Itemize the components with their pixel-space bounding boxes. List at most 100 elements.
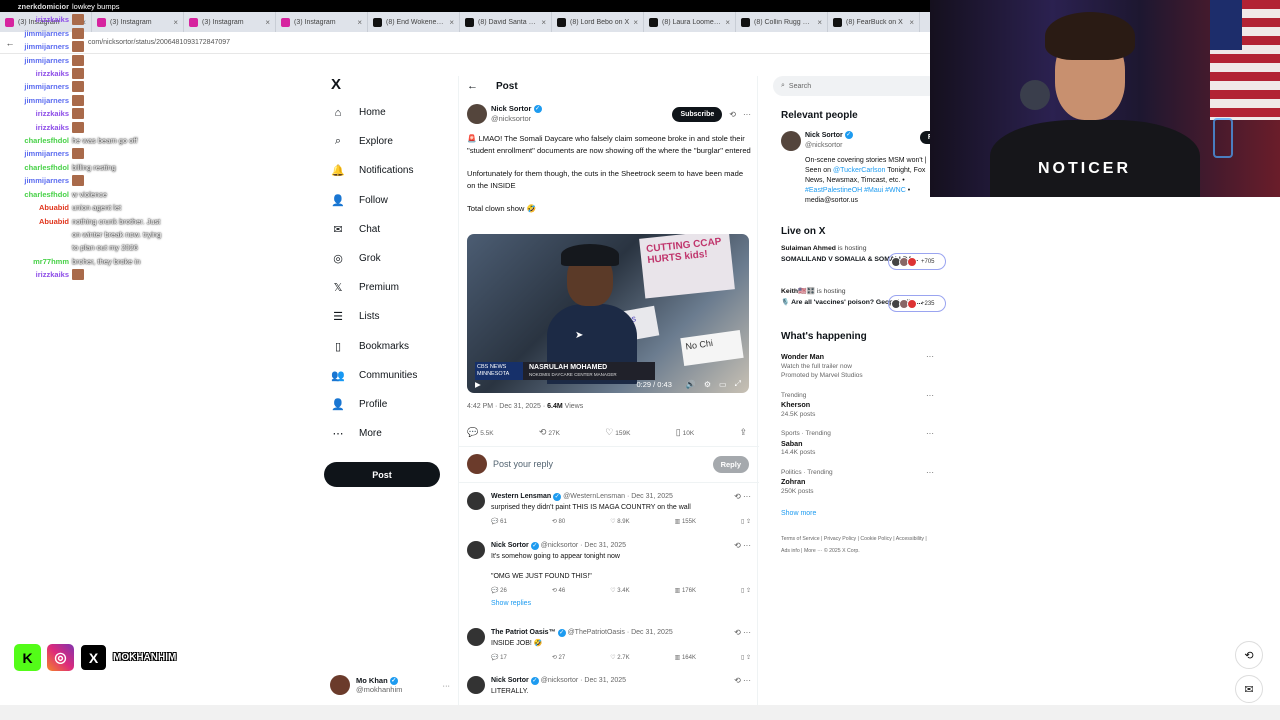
- chat-username[interactable]: Abuabid: [0, 201, 72, 214]
- more-icon[interactable]: ···: [926, 429, 934, 439]
- chat-username[interactable]: jimmijarners: [0, 40, 72, 53]
- bio-link[interactable]: #EastPalestineOH #Maui #WNC: [805, 187, 906, 194]
- more-icon[interactable]: ···: [443, 681, 451, 690]
- repost-action[interactable]: ⟲ 80: [552, 518, 565, 525]
- more-icon[interactable]: ⟲ ···: [734, 676, 751, 686]
- avatar[interactable]: [467, 676, 485, 694]
- live-space[interactable]: Keith🇺🇸🎛️ is hosting 🎙️ Are all 'vaccines…: [781, 287, 946, 321]
- reply-handle[interactable]: @ThePatriotOasis · Dec 31, 2025: [568, 628, 673, 638]
- close-icon[interactable]: ×: [449, 18, 454, 27]
- chat-username[interactable]: irizzkaiks: [0, 67, 72, 80]
- views-action[interactable]: ▥ 155K: [675, 518, 696, 525]
- bookmark-icon[interactable]: ▯ ⇪: [741, 587, 751, 594]
- reply-post[interactable]: Nick Sortor ✓ @nicksortor · Dec 31, 2025 ⟲ …: [467, 541, 751, 607]
- avatar[interactable]: [781, 131, 801, 151]
- trend-item[interactable]: Trending Kherson 24.5K posts ···: [781, 391, 938, 420]
- trend-item[interactable]: Wonder Man Watch the full trailer now Prom…: [781, 352, 938, 381]
- more-icon[interactable]: ⟲ ···: [734, 541, 751, 551]
- browser-tab[interactable]: (8) Collin Rugg on X ×: [736, 12, 828, 32]
- views-action[interactable]: ▥ 176K: [675, 587, 696, 594]
- bookmark-action[interactable]: ▯ 10K: [676, 427, 695, 438]
- grok-float-icon[interactable]: ⟲: [1235, 641, 1263, 669]
- x-logo-icon[interactable]: X: [331, 76, 444, 98]
- nav-item-explore[interactable]: ⌕ Explore: [324, 127, 444, 156]
- nav-item-notifications[interactable]: 🔔 Notifications: [324, 156, 444, 185]
- search-input[interactable]: ⌕ Search: [773, 76, 938, 96]
- avatar[interactable]: [467, 628, 485, 646]
- chat-username[interactable]: jimmijarners: [0, 147, 72, 160]
- browser-tab[interactable]: (3) Instagram×: [184, 12, 276, 32]
- show-more-link[interactable]: Show more: [781, 510, 938, 517]
- more-icon[interactable]: ···: [926, 391, 934, 401]
- play-icon[interactable]: ▶: [475, 380, 481, 389]
- live-space[interactable]: Sulaiman Ahmed is hosting SOMALILAND V SO…: [781, 245, 946, 279]
- nav-item-profile[interactable]: 👤 Profile: [324, 390, 444, 419]
- browser-tab[interactable]: (8) David Santa Carla×: [460, 12, 552, 32]
- volume-icon[interactable]: 🔊: [686, 380, 696, 389]
- like-action[interactable]: ♡ 3.4K: [610, 587, 629, 594]
- listeners-pill[interactable]: +235: [888, 295, 946, 312]
- reply-action[interactable]: 💬 26: [491, 587, 507, 594]
- reply-post[interactable]: The Patriot Oasis™ ✓ @ThePatriotOasis · De…: [467, 628, 751, 661]
- close-icon[interactable]: ×: [541, 18, 546, 27]
- repost-action[interactable]: ⟲ 46: [552, 587, 565, 594]
- close-icon[interactable]: ×: [817, 18, 822, 27]
- browser-tab[interactable]: (8) Laura Loomer on ×: [644, 12, 736, 32]
- close-icon[interactable]: ×: [633, 18, 638, 27]
- reply-post[interactable]: Western Lensman ✓ @WesternLensman · Dec 31…: [467, 492, 751, 525]
- more-icon[interactable]: ···: [926, 352, 934, 362]
- chat-username[interactable]: mr77hmm: [0, 255, 72, 268]
- bio-link[interactable]: @TuckerCarlson: [833, 167, 885, 174]
- nav-item-more[interactable]: ⋯ More: [324, 419, 444, 448]
- close-icon[interactable]: ×: [265, 18, 270, 27]
- author-avatar[interactable]: [467, 104, 487, 124]
- browser-tab[interactable]: (8) Lord Bebo on X ×: [552, 12, 644, 32]
- avatar[interactable]: [467, 541, 485, 559]
- reply-post[interactable]: Nick Sortor ✓ @nicksortor · Dec 31, 2025 ⟲ …: [467, 676, 751, 697]
- chat-username[interactable]: charlesfhdol: [0, 161, 72, 174]
- reply-handle[interactable]: @nicksortor · Dec 31, 2025: [541, 676, 626, 686]
- reply-handle[interactable]: @nicksortor · Dec 31, 2025: [541, 541, 626, 551]
- person-name[interactable]: Nick Sortor: [805, 132, 843, 139]
- show-replies-link[interactable]: Show replies: [491, 600, 751, 607]
- footer-links[interactable]: Terms of Service | Privacy Policy | Cook…: [781, 533, 931, 557]
- nav-item-bookmarks[interactable]: ▯ Bookmarks: [324, 332, 444, 361]
- post-video[interactable]: CUTTING CCAP HURTS kids! Has No Chi CBS …: [467, 234, 749, 393]
- browser-tab[interactable]: (3) Instagram×: [276, 12, 368, 32]
- reply-author[interactable]: Western Lensman: [491, 492, 551, 502]
- close-icon[interactable]: ×: [725, 18, 730, 27]
- chat-username[interactable]: irizzkaiks: [0, 268, 72, 281]
- chat-username[interactable]: charlesfhdol: [0, 134, 72, 147]
- bookmark-icon[interactable]: ▯ ⇪: [741, 518, 751, 525]
- reply-action[interactable]: 💬 5.5K: [467, 427, 494, 438]
- post-button[interactable]: Post: [324, 462, 440, 487]
- reply-input[interactable]: Post your reply: [493, 459, 553, 469]
- bookmark-icon[interactable]: ▯ ⇪: [741, 654, 751, 661]
- chat-username[interactable]: Abuabid: [0, 215, 72, 228]
- chat-username[interactable]: jimmijarners: [0, 80, 72, 93]
- nav-item-grok[interactable]: ◎ Grok: [324, 244, 444, 273]
- reply-action[interactable]: 💬 17: [491, 654, 507, 661]
- like-action[interactable]: ♡ 2.7K: [610, 654, 629, 661]
- grok-icon[interactable]: ⟲: [729, 110, 736, 119]
- pip-icon[interactable]: ▭: [719, 380, 727, 389]
- more-icon[interactable]: ⟲ ···: [734, 628, 751, 638]
- more-icon[interactable]: ⟲ ···: [734, 492, 751, 502]
- browser-tab[interactable]: (8) FearBuck on X ×: [828, 12, 920, 32]
- reply-action[interactable]: 💬 61: [491, 518, 507, 525]
- nav-item-follow[interactable]: 👤 Follow: [324, 186, 444, 215]
- reply-button[interactable]: Reply: [712, 455, 749, 473]
- reply-author[interactable]: Nick Sortor: [491, 541, 529, 551]
- chat-username[interactable]: irizzkaiks: [0, 13, 72, 26]
- author-name[interactable]: Nick Sortor: [491, 104, 531, 113]
- fullscreen-icon[interactable]: ⤢: [735, 379, 741, 389]
- chat-username[interactable]: irizzkaiks: [0, 107, 72, 120]
- trend-item[interactable]: Sports · Trending Saban 14.4K posts ···: [781, 429, 938, 458]
- post-time[interactable]: 4:42 PM · Dec 31, 2025 ·: [467, 403, 547, 410]
- nav-item-home[interactable]: ⌂ Home: [324, 98, 444, 127]
- author-handle[interactable]: @nicksortor: [491, 114, 542, 124]
- close-icon[interactable]: ×: [909, 18, 914, 27]
- trend-item[interactable]: Politics · Trending Zohran 250K posts ···: [781, 468, 938, 497]
- chat-username[interactable]: jimmijarners: [0, 54, 72, 67]
- views-action[interactable]: ▥ 164K: [675, 654, 696, 661]
